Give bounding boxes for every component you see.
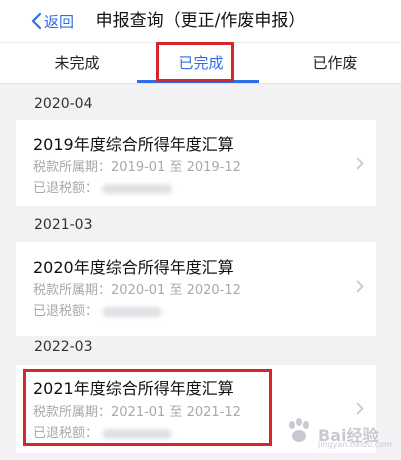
refund-label: 已退税额：: [33, 426, 99, 441]
section-year-2021-03: 2021-03: [34, 217, 93, 233]
redacted-amount: [102, 183, 173, 194]
record-title: 2021年度综合所得年度汇算: [33, 379, 234, 398]
redacted-amount: [102, 428, 173, 439]
baidu-paw-icon: [289, 418, 309, 442]
tab-completed[interactable]: 已完成: [134, 43, 268, 84]
chevron-right-icon: [356, 280, 364, 293]
record-refund: 已退税额：: [33, 177, 173, 196]
record-card-2019[interactable]: 2019年度综合所得年度汇算 税款所属期：2019-01 至 2019-12 已…: [16, 120, 376, 206]
record-period: 税款所属期：2019-01 至 2019-12: [33, 160, 241, 175]
watermark-sub: jingyan.baidu.com: [318, 440, 392, 449]
record-refund: 已退税额：: [33, 422, 173, 441]
record-refund: 已退税额：: [33, 300, 163, 319]
redacted-amount: [102, 306, 163, 317]
nav-bar: 返回 申报查询（更正/作废申报）: [0, 0, 401, 42]
refund-label: 已退税额：: [33, 304, 99, 319]
refund-label: 已退税额：: [33, 181, 99, 196]
chevron-right-icon: [356, 157, 364, 170]
record-period: 税款所属期：2020-01 至 2020-12: [33, 283, 241, 298]
page-title: 申报查询（更正/作废申报）: [95, 11, 306, 31]
record-title: 2020年度综合所得年度汇算: [33, 258, 234, 277]
active-tab-indicator: [137, 80, 259, 83]
watermark: Bai经验 jingyan.baidu.com: [282, 410, 401, 450]
record-period: 税款所属期：2021-01 至 2021-12: [33, 405, 241, 420]
tab-incomplete[interactable]: 未完成: [10, 43, 144, 84]
record-title: 2019年度综合所得年度汇算: [33, 135, 234, 154]
section-year-2020-04: 2020-04: [34, 96, 93, 112]
record-card-2020[interactable]: 2020年度综合所得年度汇算 税款所属期：2020-01 至 2020-12 已…: [16, 242, 376, 336]
tab-bar: 未完成 已完成 已作废: [0, 42, 401, 84]
tab-voided[interactable]: 已作废: [268, 43, 401, 84]
section-year-2022-03: 2022-03: [34, 339, 93, 355]
